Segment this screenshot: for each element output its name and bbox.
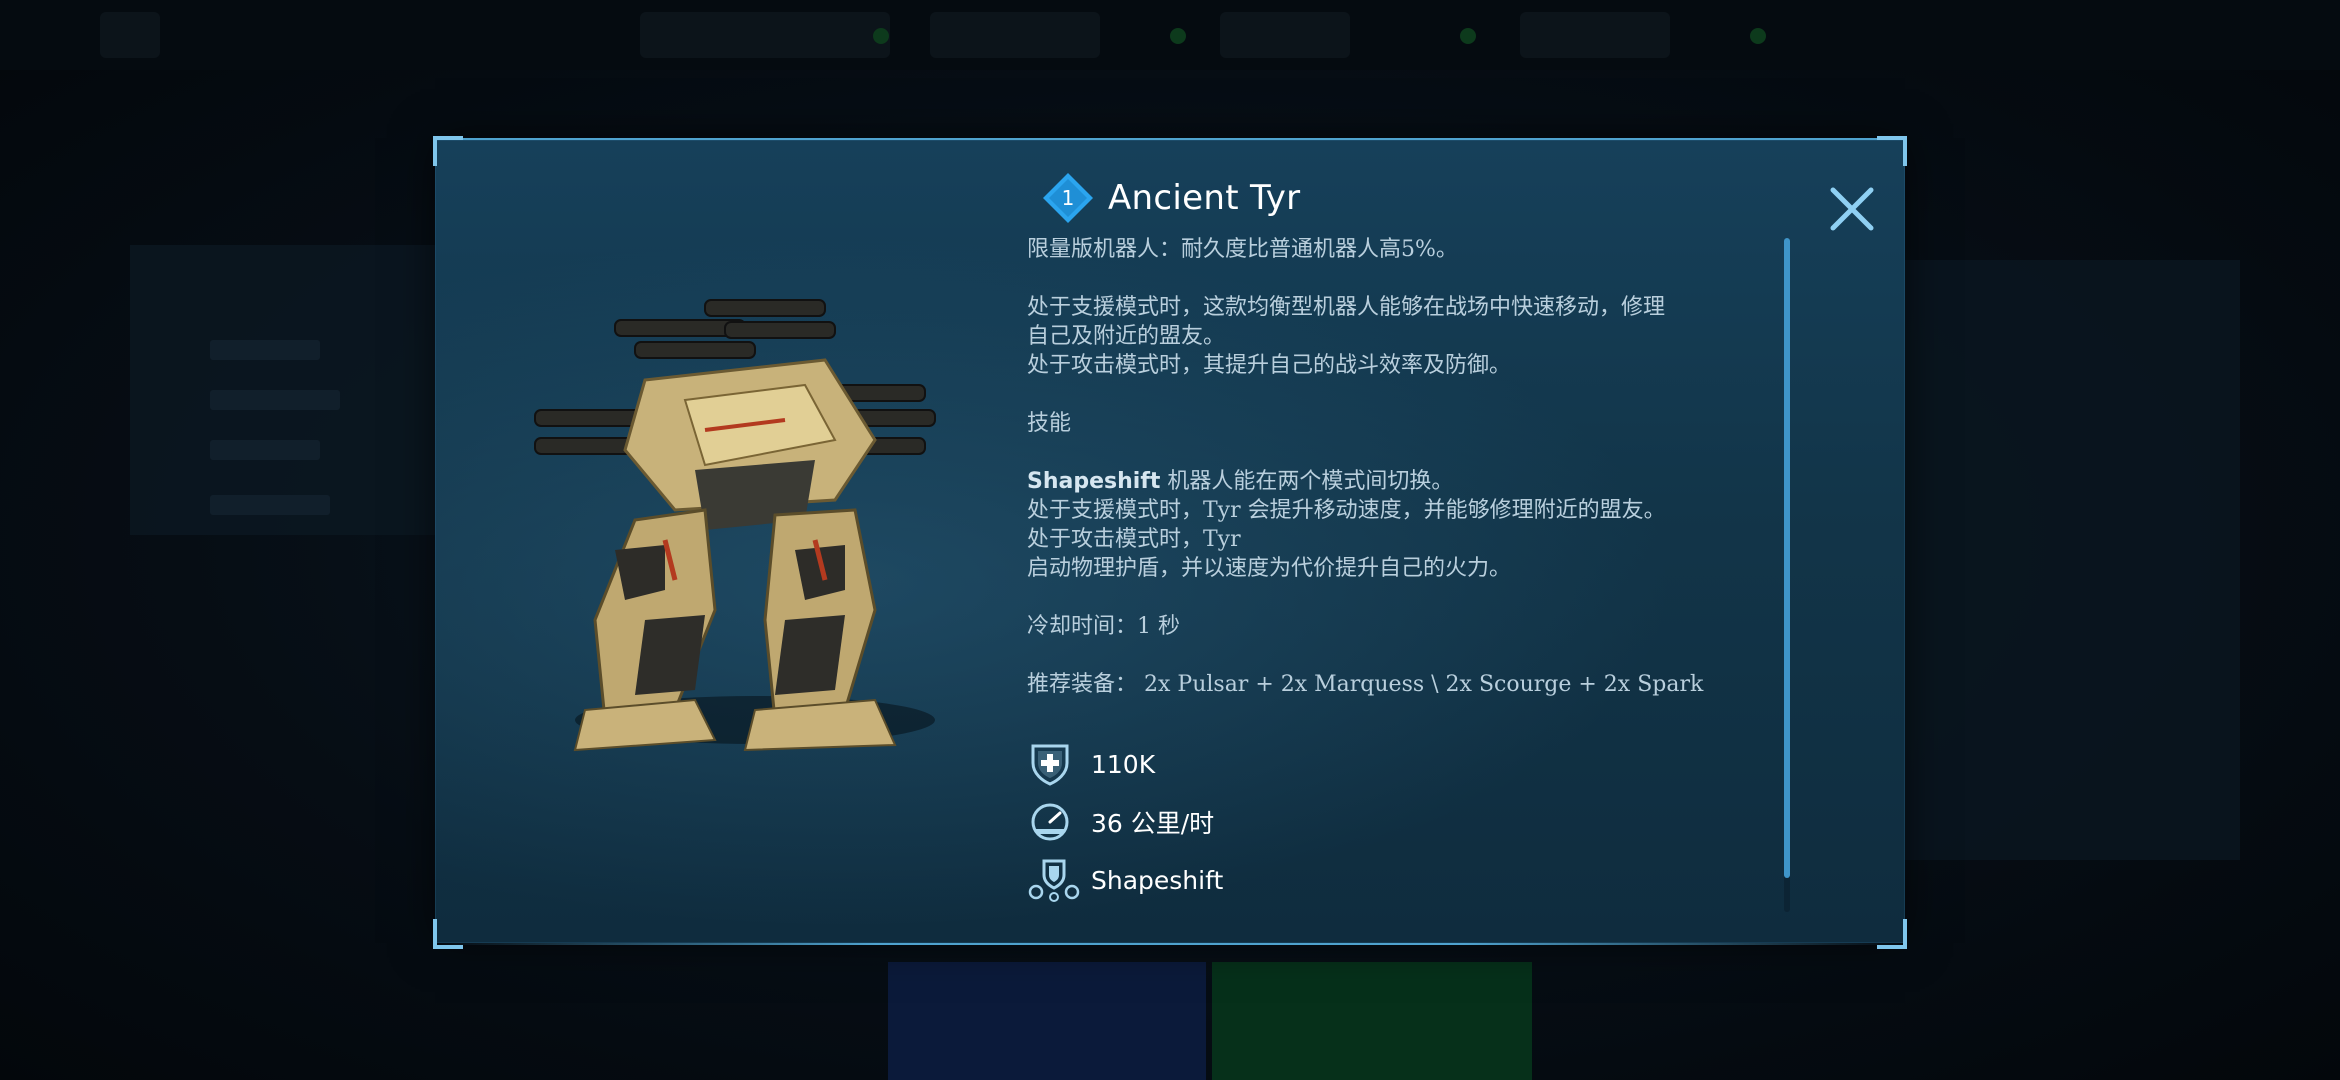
frame-corner (433, 919, 463, 949)
robot-image (534, 299, 936, 752)
ability-header: 技能 (1027, 411, 1072, 436)
robot-stats: 110K 36 公里/时 Shapeshift (1027, 735, 1627, 909)
description-line: 处于攻击模式时，其提升自己的战斗效率及防御。 (1027, 353, 1512, 378)
stat-ability: Shapeshift (1027, 851, 1627, 909)
ability-line: 处于支援模式时，Tyr 会提升移动速度，并能够修理附近的盟友。 (1027, 498, 1666, 523)
bottom-button (888, 962, 1206, 1080)
currency-chip (930, 12, 1100, 58)
ability-line: 处于攻击模式时，Tyr (1027, 527, 1241, 552)
add-icon (1460, 28, 1476, 44)
shapeshift-icon (1027, 856, 1081, 904)
ability-name: Shapeshift (1027, 469, 1161, 494)
currency-chip (640, 12, 890, 58)
ability-value: Shapeshift (1091, 865, 1224, 895)
add-icon (1170, 28, 1186, 44)
tier-badge: 1 (1040, 170, 1096, 226)
list-item (210, 340, 320, 360)
robot-info-dialog: 1 Ancient Tyr 限量版机器人：耐久度比普通机器人高5%。 处于支援模… (433, 136, 1907, 949)
speedometer-icon (1027, 798, 1081, 846)
description-line: 处于支援模式时，这款均衡型机器人能够在战场中快速移动，修理 (1027, 295, 1666, 320)
robot-description: 限量版机器人：耐久度比普通机器人高5%。 处于支援模式时，这款均衡型机器人能够在… (1027, 235, 1727, 699)
list-item (210, 495, 330, 515)
tier-number: 1 (1061, 186, 1075, 210)
shield-plus-icon (1027, 740, 1081, 788)
ability-line: 启动物理护盾，并以速度为代价提升自己的火力。 (1027, 556, 1512, 581)
description-scrollbar[interactable] (1784, 238, 1790, 912)
currency-chip (1520, 12, 1670, 58)
currency-chip (1220, 12, 1350, 58)
close-icon (1830, 187, 1874, 231)
close-button[interactable] (1821, 178, 1883, 240)
stat-durability: 110K (1027, 735, 1627, 793)
cooldown-text: 冷却时间：1 秒 (1027, 614, 1180, 639)
durability-value: 110K (1091, 749, 1156, 779)
frame-corner (433, 136, 463, 166)
bottom-button (1212, 962, 1532, 1080)
description-line: 自己及附近的盟友。 (1027, 324, 1226, 349)
loadout-text: 推荐装备： 2x Pulsar + 2x Marquess \ 2x Scour… (1027, 672, 1704, 697)
top-bar (0, 0, 2340, 70)
list-item (210, 440, 320, 460)
scrollbar-thumb[interactable] (1784, 238, 1790, 878)
stat-speed: 36 公里/时 (1027, 793, 1627, 851)
add-icon (1750, 28, 1766, 44)
add-icon (873, 28, 889, 44)
frame-corner (1877, 919, 1907, 949)
ability-line: Shapeshift 机器人能在两个模式间切换。 (1027, 467, 1727, 496)
list-item (210, 390, 340, 410)
frame-corner (1877, 136, 1907, 166)
ability-text: 机器人能在两个模式间切换。 (1160, 469, 1454, 494)
robot-name: Ancient Tyr (1108, 178, 1301, 218)
dialog-header: 1 Ancient Tyr (1040, 168, 1300, 228)
menu-icon (100, 12, 160, 58)
speed-value: 36 公里/时 (1091, 809, 1215, 838)
description-line: 限量版机器人：耐久度比普通机器人高5%。 (1027, 237, 1458, 262)
